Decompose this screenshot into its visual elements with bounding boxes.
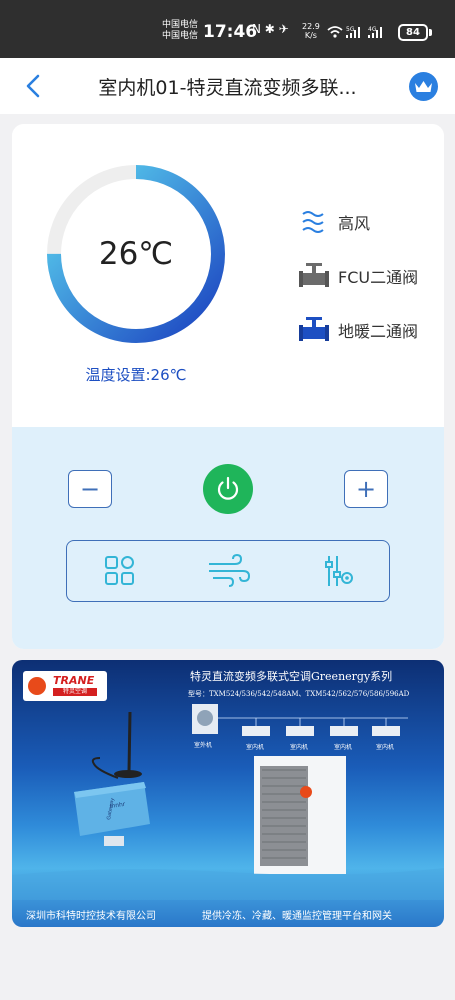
indoor-unit-3 xyxy=(330,726,358,736)
page-title: 室内机01-特灵直流变频多联... xyxy=(98,77,357,99)
increase-temp-button[interactable]: + xyxy=(344,470,388,508)
clock: 17:46 xyxy=(203,22,258,42)
banner-graphics: Innhr Gateway xyxy=(12,704,444,900)
fan-speed-icon[interactable] xyxy=(207,554,251,588)
indoor-unit-label: 室内机 xyxy=(290,744,309,751)
indoor-unit-label: 室内机 xyxy=(376,744,395,751)
signal-label-5g: 5G xyxy=(346,26,355,33)
fan-status: 高风 xyxy=(298,206,370,238)
banner-slogan: 提供冷冻、冷藏、暖通监控管理平台和网关 xyxy=(202,911,392,922)
status-panel: 26℃ 温度设置:26℃ 高风 FCU二通阀 地暖二通阀 xyxy=(12,124,444,427)
signal-label-4g: 4G xyxy=(368,26,377,33)
promo-banner[interactable]: TRANE 特灵空调 特灵直流变频多联式空调Greenergy系列 型号：TXM… xyxy=(12,660,444,927)
indoor-unit-1 xyxy=(242,726,270,736)
valve-icon xyxy=(299,263,329,287)
grid-menu-icon[interactable] xyxy=(103,554,137,588)
fcu-valve-label: FCU二通阀 xyxy=(338,268,419,287)
battery-tip xyxy=(429,29,432,36)
back-arrow-icon[interactable] xyxy=(20,72,48,100)
setpoint-label: 温度设置:26℃ xyxy=(85,366,187,384)
decrease-temp-button[interactable]: − xyxy=(68,470,112,508)
signal-icons: 5G 4G xyxy=(327,26,382,38)
carrier-label: 中国电信 中国电信 xyxy=(162,20,199,41)
indoor-unit-label: 室内机 xyxy=(246,744,265,751)
floor-valve-label: 地暖二通阀 xyxy=(338,322,419,341)
battery-indicator: 84 xyxy=(398,24,428,41)
settings-sliders-icon[interactable] xyxy=(321,554,355,588)
network-speed: 22.9 K/s xyxy=(302,22,320,40)
fan-status-label: 高风 xyxy=(338,214,371,233)
status-bar: 中国电信 中国电信 17:46 N ✱ ✈ 22.9 K/s 5G 4G 84 xyxy=(0,0,455,58)
fcu-valve-status: FCU二通阀 xyxy=(298,260,418,292)
power-button[interactable] xyxy=(203,464,253,514)
company-name: 深圳市科特时控技术有限公司 xyxy=(26,911,156,922)
indoor-unit-2 xyxy=(286,726,314,736)
floor-valve-status: 地暖二通阀 xyxy=(298,314,418,346)
thermostat-card: 26℃ 温度设置:26℃ 高风 FCU二通阀 地暖二通阀 − + xyxy=(12,124,444,649)
outdoor-unit-label: 室外机 xyxy=(194,742,213,749)
status-icons: N ✱ ✈ xyxy=(252,22,289,36)
indoor-unit-4 xyxy=(372,726,400,736)
valve-icon xyxy=(299,317,329,341)
indoor-unit-label: 室内机 xyxy=(334,744,353,751)
current-temperature: 26℃ xyxy=(98,236,174,272)
mode-bar xyxy=(66,540,390,602)
crown-icon[interactable] xyxy=(409,72,438,101)
nav-bar: 室内机01-特灵直流变频多联... xyxy=(0,58,455,114)
power-icon xyxy=(217,476,239,500)
wind-icon xyxy=(302,211,324,233)
control-panel xyxy=(12,427,444,649)
